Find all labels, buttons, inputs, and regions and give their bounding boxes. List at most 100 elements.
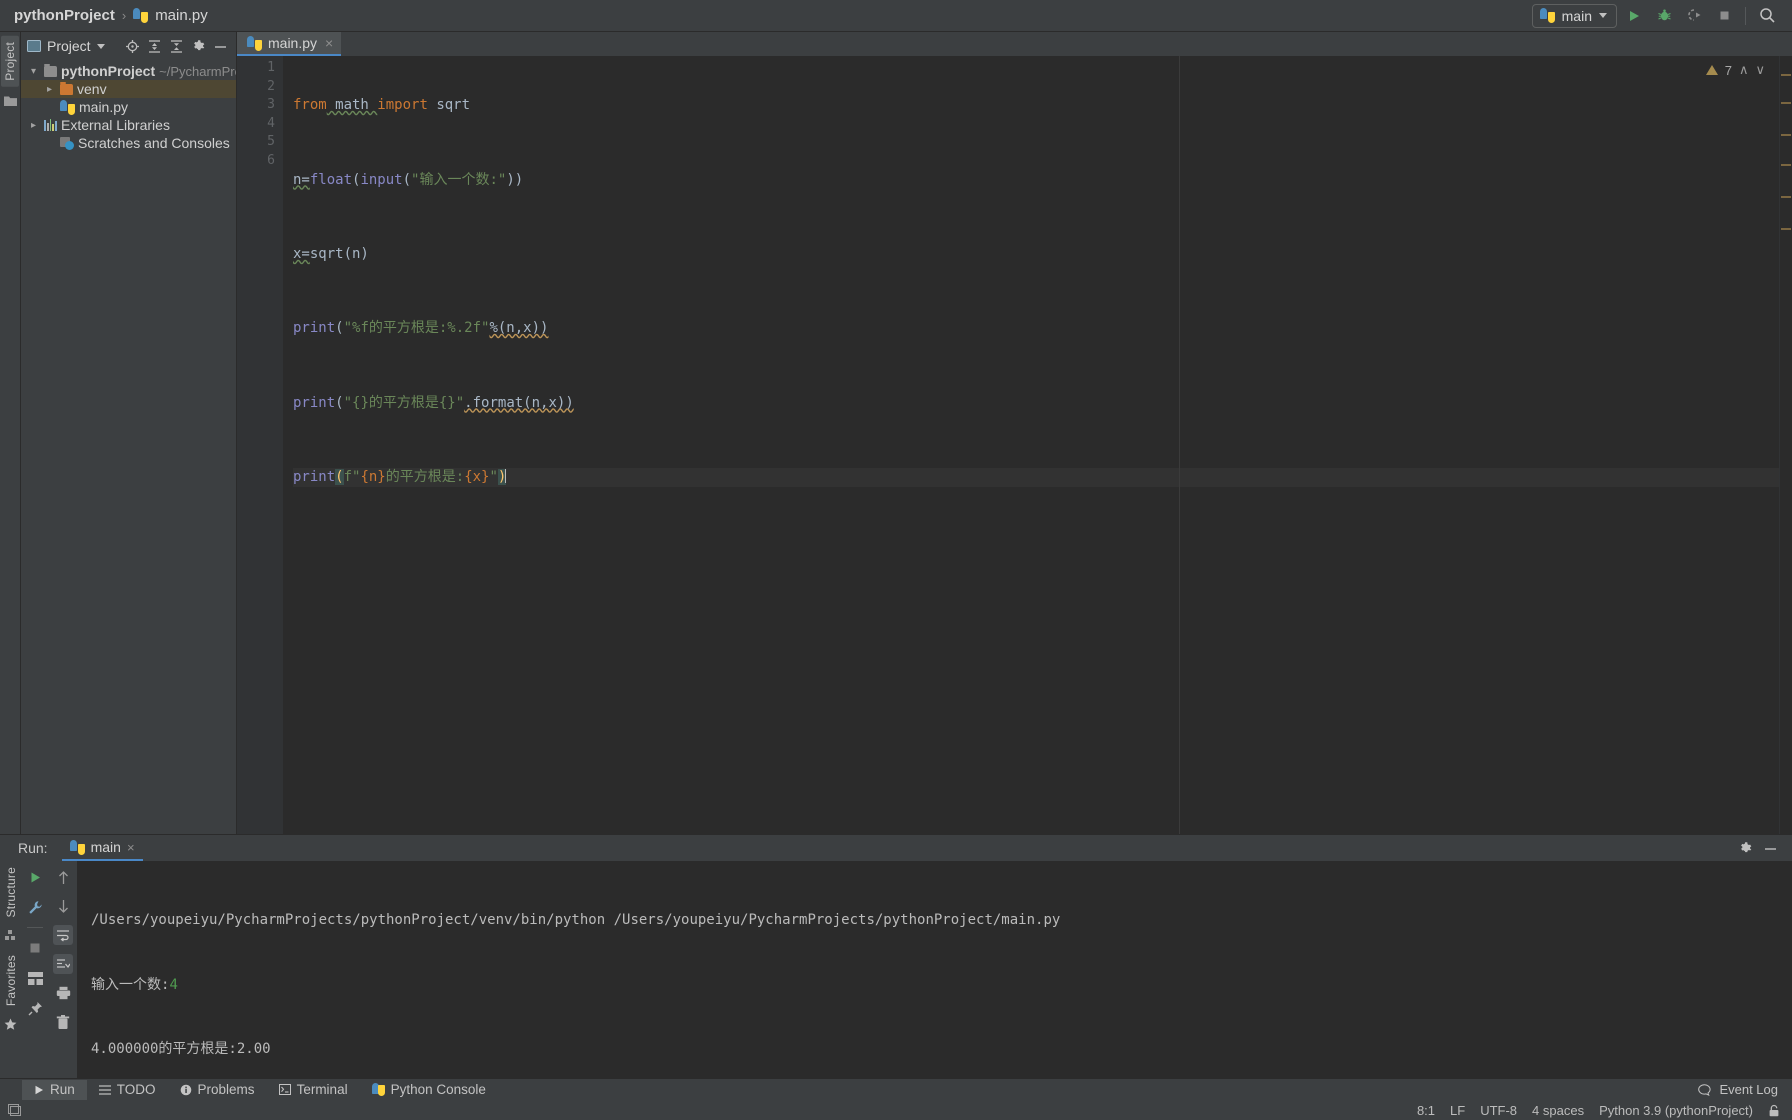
run-tab-main[interactable]: main × [62, 835, 143, 861]
token-assign-n: n= [293, 172, 310, 188]
event-log-button[interactable]: Event Log [1698, 1082, 1792, 1097]
collapse-all-icon[interactable] [167, 37, 186, 56]
chevron-right-icon[interactable]: ▸ [43, 84, 56, 95]
editor-tab-main-py[interactable]: main.py × [237, 32, 341, 56]
scroll-to-end-icon[interactable] [53, 954, 73, 974]
hide-panel-icon[interactable] [211, 37, 230, 56]
run-tool-window: Run: main × Structure [0, 834, 1792, 1078]
bottom-tab-problems[interactable]: Problems [168, 1080, 267, 1100]
toggle-tool-windows-icon[interactable] [8, 1104, 21, 1116]
caret-position[interactable]: 8:1 [1417, 1103, 1435, 1118]
bottom-tab-terminal[interactable]: Terminal [267, 1080, 360, 1100]
tree-item-main-py[interactable]: main.py [21, 98, 236, 116]
expand-all-icon[interactable] [145, 37, 164, 56]
toolbar-divider [1745, 7, 1746, 25]
token-call-sqrt: sqrt [310, 246, 344, 262]
token-call-print: print [293, 320, 335, 336]
token-matched-paren-open: ( [335, 469, 343, 485]
tree-item-scratches-and-consoles[interactable]: Scratches and Consoles [21, 134, 236, 152]
python-icon [70, 840, 85, 855]
search-everywhere-icon[interactable] [1754, 3, 1780, 29]
breadcrumb-project[interactable]: pythonProject [14, 7, 115, 24]
chevron-down-icon[interactable]: ▾ [27, 66, 40, 77]
run-panel-header-actions [1738, 841, 1792, 856]
layout-settings-icon[interactable] [25, 968, 45, 988]
file-encoding[interactable]: UTF-8 [1480, 1103, 1517, 1118]
code-line-4: print("%f的平方根是:%.2f"%(n,x)) [293, 319, 1779, 338]
event-log-label: Event Log [1719, 1082, 1778, 1097]
breadcrumb-separator: › [122, 8, 126, 23]
library-icon [44, 119, 57, 131]
indent-setting[interactable]: 4 spaces [1532, 1103, 1584, 1118]
line-separator[interactable]: LF [1450, 1103, 1465, 1118]
token-format-string: "{}的平方根是{}" [344, 395, 465, 411]
token-call-print: print [293, 395, 335, 411]
code-line-6: print(f"{n}的平方根是:{x}") [293, 468, 1779, 487]
token-format-string: "%f的平方根是:%.2f" [344, 320, 490, 336]
tool-tab-favorites[interactable]: Favorites [2, 949, 20, 1012]
bottom-tab-label: Terminal [297, 1082, 348, 1097]
run-button[interactable] [1621, 3, 1647, 29]
token-call-float: float [310, 172, 352, 188]
code-line-3: x=sqrt(n) [293, 245, 1779, 264]
trash-icon[interactable] [53, 1012, 73, 1032]
gear-icon[interactable] [189, 37, 208, 56]
token-fstring-text: 的平方根是: [386, 469, 464, 485]
run-console-output[interactable]: /Users/youpeiyu/PycharmProjects/pythonPr… [77, 861, 1792, 1078]
tool-tab-project[interactable]: Project [1, 36, 19, 87]
python-file-icon [133, 8, 148, 23]
hide-panel-icon[interactable] [1763, 841, 1778, 856]
pin-tab-icon[interactable] [25, 998, 45, 1018]
chevron-right-icon[interactable]: ▸ [27, 120, 40, 131]
token-keyword-from: from [293, 97, 327, 113]
error-stripe-marker-bar[interactable] [1779, 56, 1792, 834]
project-panel-chevron-down-icon[interactable] [97, 44, 105, 49]
run-with-coverage-button[interactable] [1681, 3, 1707, 29]
stop-button[interactable] [25, 938, 45, 958]
bottom-tab-python-console[interactable]: Python Console [360, 1080, 498, 1100]
print-icon[interactable] [53, 983, 73, 1003]
run-configuration-selector[interactable]: main [1532, 4, 1617, 28]
next-problem-icon[interactable]: ∨ [1755, 62, 1765, 78]
gear-icon[interactable] [1738, 841, 1753, 856]
code-line-5: print("{}的平方根是{}".format(n,x)) [293, 394, 1779, 413]
python-interpreter[interactable]: Python 3.9 (pythonProject) [1599, 1103, 1753, 1118]
console-user-input: 4 [169, 977, 177, 993]
bottom-tab-run[interactable]: Run [22, 1080, 87, 1100]
event-log-icon [1698, 1084, 1711, 1096]
previous-problem-icon[interactable]: ∧ [1739, 62, 1749, 78]
pycharm-window: pythonProject › main.py main [0, 0, 1792, 1120]
token-fstring-expr-x: {x} [464, 469, 489, 485]
token-assign-x: x= [293, 246, 310, 262]
left-tool-strip: Project [0, 32, 21, 834]
stop-button[interactable] [1711, 3, 1737, 29]
soft-wrap-icon[interactable] [53, 925, 73, 945]
python-config-icon [1540, 8, 1555, 23]
code-content[interactable]: from math import sqrt n=float(input("输入一… [283, 59, 1779, 524]
close-icon[interactable]: × [325, 35, 333, 51]
code-editor[interactable]: 7 ∧ ∨ from math import sqrt n=float(inpu… [283, 56, 1779, 834]
locate-file-icon[interactable] [123, 37, 142, 56]
stripe-marker [1781, 74, 1791, 76]
run-panel-body: Structure Favorites [0, 861, 1792, 1078]
project-files-icon[interactable] [4, 95, 17, 107]
bottom-tab-label: TODO [117, 1082, 156, 1097]
tool-tab-structure[interactable]: Structure [2, 861, 20, 924]
lock-icon[interactable] [1768, 1104, 1780, 1117]
run-settings-wrench-icon[interactable] [25, 897, 45, 917]
rerun-button[interactable] [25, 867, 45, 887]
bottom-tool-tabs: Run TODO Problems Terminal Python Consol… [0, 1080, 498, 1100]
close-icon[interactable]: × [127, 840, 135, 855]
bottom-tab-todo[interactable]: TODO [87, 1080, 168, 1100]
console-prompt-text: 输入一个数: [91, 977, 169, 993]
breadcrumb-file[interactable]: main.py [155, 7, 208, 24]
python-file-icon [247, 36, 262, 51]
line-number: 4 [237, 115, 275, 134]
scroll-up-icon[interactable] [53, 867, 73, 887]
tree-item-venv[interactable]: ▸ venv [21, 80, 236, 98]
scroll-down-icon[interactable] [53, 896, 73, 916]
tree-item-external-libraries[interactable]: ▸ External Libraries [21, 116, 236, 134]
tree-item-pythonProject[interactable]: ▾ pythonProject ~/PycharmProject [21, 62, 236, 80]
project-tool-window: Project [21, 32, 237, 834]
debug-button[interactable] [1651, 3, 1677, 29]
